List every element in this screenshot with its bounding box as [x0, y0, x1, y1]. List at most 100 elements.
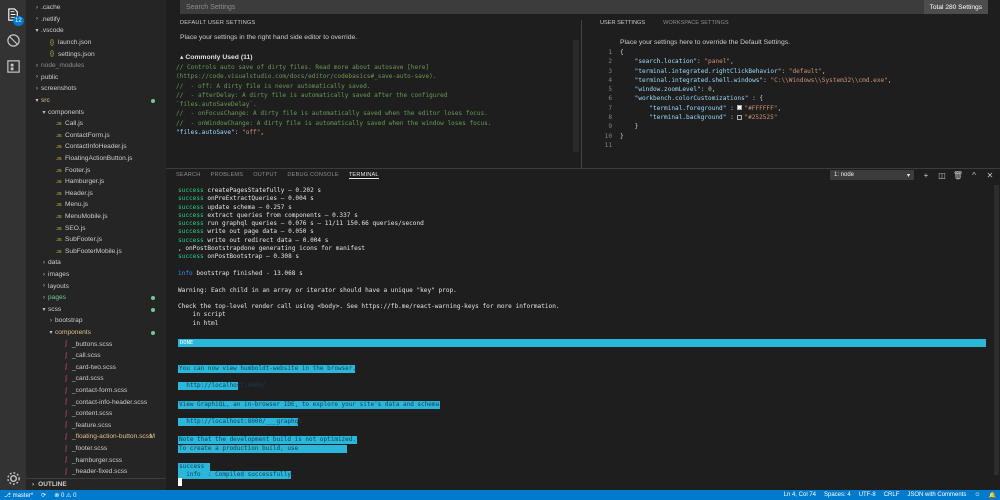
terminal-scrollbar[interactable] [994, 185, 999, 475]
code-token: `files.autoSaveDelay`. [176, 101, 257, 109]
tree-item[interactable]: › bootstrap [26, 315, 166, 327]
end-of-line[interactable]: CRLF [880, 492, 904, 498]
debug-icon[interactable] [0, 28, 26, 52]
tree-item[interactable]: ʃ _contact-info-header.scss [26, 396, 166, 408]
chevron-right-icon: › [43, 283, 45, 290]
color-swatch[interactable] [737, 114, 743, 120]
chevron-right-icon: › [43, 294, 45, 301]
feedback-icon[interactable]: ☺ [970, 492, 984, 498]
tree-item[interactable]: JS Menu.js [26, 199, 166, 211]
editor-split-divider[interactable] [581, 20, 582, 168]
tree-item[interactable]: ▾ components [26, 106, 166, 118]
terminal-selected-text: View GraphiQL, an in-browser IDE, to exp… [179, 401, 440, 408]
extensions-icon[interactable] [0, 54, 26, 78]
tree-item[interactable]: ▾ src [26, 95, 166, 107]
tree-item[interactable]: JS Footer.js [26, 164, 166, 176]
terminal-selected-line: info : Compiled successfully. [178, 471, 295, 479]
terminal-output[interactable]: success createPagesStatefully — 0.202 ss… [178, 187, 990, 328]
settings-search-input[interactable]: Search Settings Total 280 Settings [180, 0, 988, 14]
tree-item[interactable]: ʃ _footer.scss [26, 443, 166, 455]
tree-item[interactable]: ʃ _hamburger.scss [26, 454, 166, 466]
tree-item[interactable]: JS SEO.js [26, 222, 166, 234]
tree-item[interactable]: ʃ _feature.scss [26, 420, 166, 432]
tree-item[interactable]: JS ContactForm.js [26, 130, 166, 142]
code-token: "panel" [704, 58, 731, 66]
cursor-position[interactable]: Ln 4, Col 74 [780, 492, 820, 498]
tree-item-label: SubFooterMobile.js [65, 247, 122, 255]
tree-item[interactable]: {} launch.json [26, 37, 166, 49]
tree-item[interactable]: ▾ scss [26, 304, 166, 316]
tree-item[interactable]: JS MenuMobile.js [26, 211, 166, 223]
tab-search[interactable]: SEARCH [176, 172, 201, 178]
tree-item[interactable]: › layouts [26, 280, 166, 292]
scss-file-icon: ʃ [65, 410, 67, 417]
tree-item[interactable]: ʃ _card-two.scss [26, 362, 166, 374]
language-mode[interactable]: JSON with Comments [903, 492, 970, 498]
new-terminal-icon[interactable]: + [920, 169, 932, 181]
tree-item-label: FloatingActionButton.js [65, 155, 133, 163]
tree-item[interactable]: › images [26, 269, 166, 281]
terminal-line: Warning: Each child in an array or itera… [178, 287, 990, 295]
indentation[interactable]: Spaces: 4 [820, 492, 855, 498]
tree-item[interactable]: › data [26, 257, 166, 269]
color-swatch[interactable] [737, 105, 743, 111]
code-token: "terminal.integrated.rightClickBehavior" [620, 67, 782, 75]
tree-item[interactable]: ▾ components [26, 327, 166, 339]
tree-item[interactable]: JS FloatingActionButton.js [26, 153, 166, 165]
tree-item[interactable]: › .netlify [26, 14, 166, 26]
code-token: "search.location" [620, 58, 698, 66]
tree-item[interactable]: ʃ _content.scss [26, 408, 166, 420]
tab-output[interactable]: OUTPUT [253, 172, 277, 178]
tree-item[interactable]: ʃ _buttons.scss [26, 338, 166, 350]
tree-item[interactable]: ʃ _contact-form.scss [26, 385, 166, 397]
tab-terminal[interactable]: TERMINAL [348, 172, 379, 179]
tree-item[interactable]: JS Hamburger.js [26, 176, 166, 188]
tree-item[interactable]: › pages [26, 292, 166, 304]
tree-item[interactable]: JS SubFooterMobile.js [26, 246, 166, 258]
outline-section-header[interactable]: › OUTLINE [26, 478, 166, 490]
close-icon[interactable]: ✕ [984, 169, 996, 181]
terminal-token: write out page data — 0.050 s [203, 228, 314, 236]
tree-item[interactable]: JS Call.js [26, 118, 166, 130]
tree-item[interactable]: JS SubFooter.js [26, 234, 166, 246]
tree-item[interactable]: › screenshots [26, 83, 166, 95]
tree-item[interactable]: ▾ .vscode [26, 25, 166, 37]
chevron-right-icon: › [36, 16, 38, 23]
problems-indicator[interactable]: ⊗ 0 ⚠ 0 [50, 492, 80, 499]
terminal-token: Warning: Each child in an array or itera… [178, 286, 457, 294]
encoding[interactable]: UTF-8 [855, 492, 880, 498]
sync-icon[interactable]: ⟳ [37, 492, 50, 499]
split-terminal-icon[interactable]: ◫ [936, 169, 948, 181]
notifications-icon[interactable]: 🔔 [985, 492, 1000, 499]
tree-item[interactable]: › .cache [26, 2, 166, 14]
code-line: `files.autoSaveDelay`. [176, 100, 566, 109]
commonly-used-group[interactable]: ▴ Commonly Used (11) [180, 53, 580, 61]
user-settings-code[interactable]: { "search.location": "panel", "terminal.… [620, 48, 1000, 150]
tree-item[interactable]: ʃ _call.scss [26, 350, 166, 362]
tree-item[interactable]: ʃ _card.scss [26, 373, 166, 385]
tab-default-user-settings[interactable]: DEFAULT USER SETTINGS [180, 20, 580, 26]
settings-gear-icon[interactable] [0, 466, 26, 490]
tree-item[interactable]: › public [26, 72, 166, 84]
tab-user-settings[interactable]: USER SETTINGS [600, 20, 645, 26]
tree-item[interactable]: › node_modules [26, 60, 166, 72]
maximize-panel-icon[interactable]: ^ [968, 169, 980, 181]
source-control-icon[interactable]: 12 [0, 4, 26, 28]
tab-debug-console[interactable]: DEBUG CONSOLE [287, 172, 338, 178]
tree-item-label: components [48, 108, 84, 116]
tab-problems[interactable]: PROBLEMS [211, 172, 244, 178]
tree-item[interactable]: ʃ _floating-action-button.scss M [26, 431, 166, 443]
terminal-token: success [178, 220, 204, 228]
tree-item[interactable]: JS Header.js [26, 188, 166, 200]
git-branch[interactable]: ⎇ master* [0, 492, 37, 499]
git-status-marker: M [149, 433, 156, 441]
trash-icon[interactable]: 🗑 [952, 169, 964, 181]
terminal-select[interactable]: 1: node ▾ [830, 170, 914, 180]
tree-item[interactable]: JS ContactInfoHeader.js [26, 141, 166, 153]
tree-item[interactable]: {} settings.json [26, 48, 166, 60]
tree-item[interactable]: ʃ _header-fixed.scss [26, 466, 166, 478]
tab-workspace-settings[interactable]: WORKSPACE SETTINGS [663, 20, 728, 26]
tree-item-label: src [41, 97, 50, 105]
editor-scrollbar[interactable] [573, 40, 579, 152]
